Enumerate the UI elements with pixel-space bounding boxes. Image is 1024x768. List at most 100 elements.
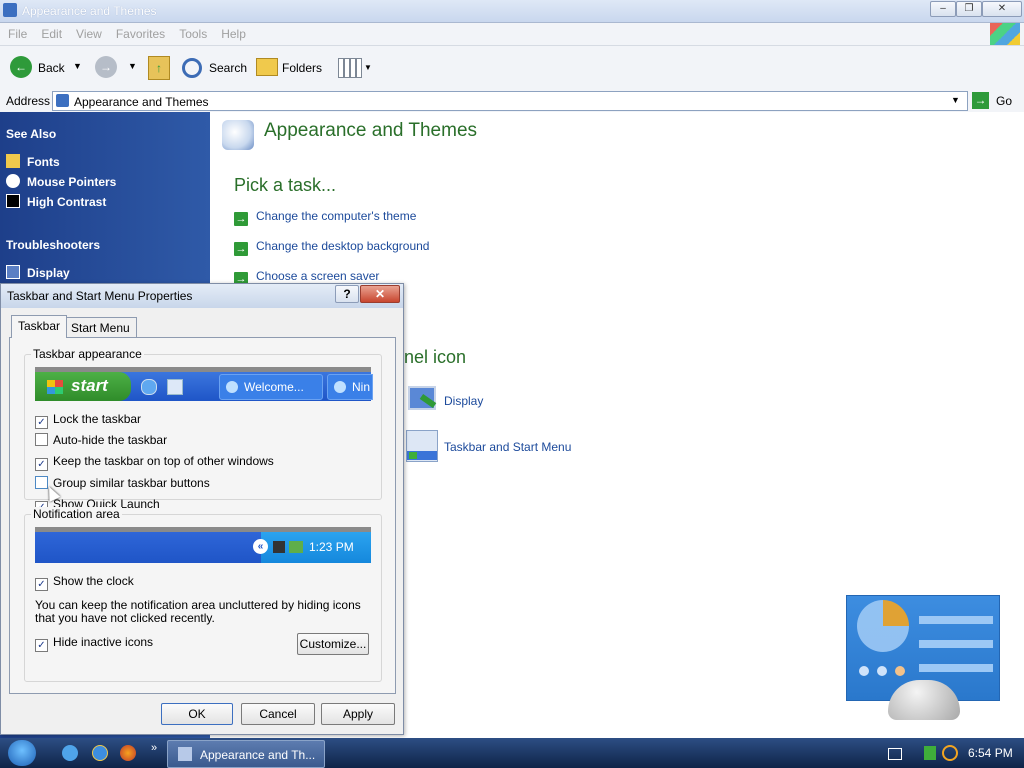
back-dropdown-icon[interactable]: ▼	[73, 61, 82, 71]
hide-inactive-checkbox[interactable]: ✓ Hide inactive icons	[35, 635, 153, 652]
notification-description: You can keep the notification area unclu…	[35, 598, 361, 625]
checkbox-label: Lock the taskbar	[53, 412, 142, 426]
tab-start-menu[interactable]: Start Menu	[64, 317, 137, 338]
restore-button[interactable]: ❐	[956, 1, 982, 17]
customize-button[interactable]: Customize...	[297, 633, 369, 655]
checkbox-box[interactable]: ✓	[35, 639, 48, 652]
address-input[interactable]: Appearance and Themes ▼	[52, 91, 968, 111]
address-label: Address	[6, 94, 51, 108]
nin-taskbutton-preview: Nin	[327, 374, 373, 400]
ok-button[interactable]: OK	[161, 703, 233, 725]
sidebar-item-high-contrast[interactable]: High Contrast	[6, 194, 106, 209]
tab-taskbar[interactable]: Taskbar	[11, 315, 68, 338]
mouse-icon	[6, 174, 20, 188]
checkbox-label: Group similar taskbar buttons	[53, 476, 210, 490]
up-folder-icon[interactable]: ↑	[148, 56, 170, 80]
task-link-label: Change the computer's theme	[256, 209, 417, 223]
slider-bar-icon	[919, 640, 993, 648]
dialog-close-button[interactable]: ✕	[360, 285, 400, 303]
arrow-icon: →	[234, 212, 248, 226]
display-cp-icon[interactable]	[406, 384, 438, 416]
control-panel-heading: nel icon	[404, 347, 467, 367]
ie-icon	[226, 381, 238, 393]
show-clock-checkbox[interactable]: ✓ Show the clock	[35, 574, 134, 591]
window-title: Appearance and Themes	[22, 4, 157, 18]
cp-item-display[interactable]: Display	[444, 394, 483, 408]
dot-icon	[895, 666, 905, 676]
search-icon[interactable]	[182, 58, 202, 78]
menu-edit[interactable]: Edit	[33, 23, 68, 41]
notification-area-label: Notification area	[31, 507, 122, 521]
checkbox-label: Keep the taskbar on top of other windows	[53, 454, 274, 468]
taskbar-clock[interactable]: 6:54 PM	[968, 746, 1013, 760]
keep-on-top-checkbox[interactable]: ✓ Keep the taskbar on top of other window…	[35, 454, 274, 471]
windows-logo-icon	[990, 23, 1020, 45]
task-link-theme[interactable]: → Change the computer's theme	[234, 209, 416, 226]
taskbar-properties-dialog: Taskbar and Start Menu Properties ? ✕ Ta…	[0, 283, 404, 735]
forward-dropdown-icon[interactable]: ▼	[128, 61, 137, 71]
autohide-taskbar-checkbox[interactable]: Auto-hide the taskbar	[35, 433, 167, 447]
troubleshooters-heading: Troubleshooters	[6, 238, 101, 252]
toolbar: ← Back ▼ → ▼ ↑ Search Folders ▼	[0, 46, 1024, 91]
network-tray-icon[interactable]	[924, 746, 936, 760]
folders-icon[interactable]	[256, 58, 278, 76]
ie-icon	[334, 381, 346, 393]
checkbox-box[interactable]: ✓	[35, 578, 48, 591]
quicklaunch-overflow-icon[interactable]: »	[151, 742, 157, 754]
checkbox-box[interactable]: ✓	[35, 458, 48, 471]
start-orb-icon[interactable]	[8, 740, 36, 766]
address-dropdown-icon[interactable]: ▼	[951, 95, 960, 105]
language-icon[interactable]	[888, 748, 902, 760]
group-buttons-checkbox[interactable]: Group similar taskbar buttons	[35, 476, 210, 490]
control-panel-icon	[178, 747, 192, 761]
menu-view[interactable]: View	[68, 23, 108, 41]
sidebar-item-fonts[interactable]: Fonts	[6, 154, 60, 169]
back-button[interactable]: Back	[38, 61, 65, 75]
cp-item-taskbar-start-menu[interactable]: Taskbar and Start Menu	[444, 440, 571, 454]
sidebar-item-label: Mouse Pointers	[27, 175, 117, 189]
firefox-quicklaunch-icon[interactable]	[120, 745, 136, 761]
checkbox-label: Auto-hide the taskbar	[53, 433, 168, 447]
views-dropdown-icon[interactable]: ▼	[364, 63, 372, 72]
dot-icon	[877, 666, 887, 676]
go-arrow-icon[interactable]: →	[972, 92, 989, 109]
high-contrast-icon	[6, 194, 20, 208]
go-button[interactable]: Go	[996, 94, 1012, 108]
menu-favorites[interactable]: Favorites	[108, 23, 171, 41]
window-titlebar: Appearance and Themes – ❐ ✕	[0, 0, 1024, 23]
taskbar-button-appearance[interactable]: Appearance and Th...	[167, 740, 325, 768]
appearance-themes-icon	[222, 120, 254, 150]
taskbar-appearance-group: Taskbar appearance start Welcome... Nin …	[24, 347, 382, 514]
checkbox-box[interactable]: ✓	[35, 416, 48, 429]
tray-preview: « 1:23 PM	[253, 532, 371, 563]
search-tray-icon[interactable]	[942, 745, 958, 761]
quicklaunch-icon[interactable]	[62, 745, 78, 761]
cancel-button[interactable]: Cancel	[241, 703, 315, 725]
menu-help[interactable]: Help	[213, 23, 252, 41]
notification-area-group: Notification area « 1:23 PM ✓ Show the cl…	[24, 507, 382, 682]
taskbar-start-menu-cp-icon[interactable]	[406, 430, 438, 462]
address-value: Appearance and Themes	[74, 95, 209, 109]
ie-quicklaunch-icon[interactable]	[92, 745, 108, 761]
menu-file[interactable]: File	[0, 23, 33, 41]
task-link-background[interactable]: → Change the desktop background	[234, 239, 429, 256]
expand-chevron-icon: «	[253, 539, 268, 554]
help-button[interactable]: ?	[335, 285, 359, 303]
back-arrow-icon[interactable]: ←	[10, 56, 32, 78]
slider-bar-icon	[919, 616, 993, 624]
sidebar-item-display[interactable]: Display	[6, 265, 70, 280]
close-button[interactable]: ✕	[982, 1, 1022, 17]
views-icon[interactable]	[338, 58, 362, 78]
minimize-button[interactable]: –	[930, 1, 956, 17]
folders-button[interactable]: Folders	[282, 61, 322, 75]
apply-button[interactable]: Apply	[321, 703, 395, 725]
menu-tools[interactable]: Tools	[171, 23, 213, 41]
tray-time-preview: 1:23 PM	[309, 540, 354, 554]
pie-icon	[857, 600, 909, 652]
taskbar-tab-panel: Taskbar appearance start Welcome... Nin …	[9, 337, 396, 694]
sidebar-item-mouse-pointers[interactable]: Mouse Pointers	[6, 174, 116, 189]
forward-arrow-icon[interactable]: →	[95, 56, 117, 78]
lock-taskbar-checkbox[interactable]: ✓ Lock the taskbar	[35, 412, 141, 429]
search-button[interactable]: Search	[209, 61, 247, 75]
checkbox-box[interactable]	[35, 433, 48, 446]
